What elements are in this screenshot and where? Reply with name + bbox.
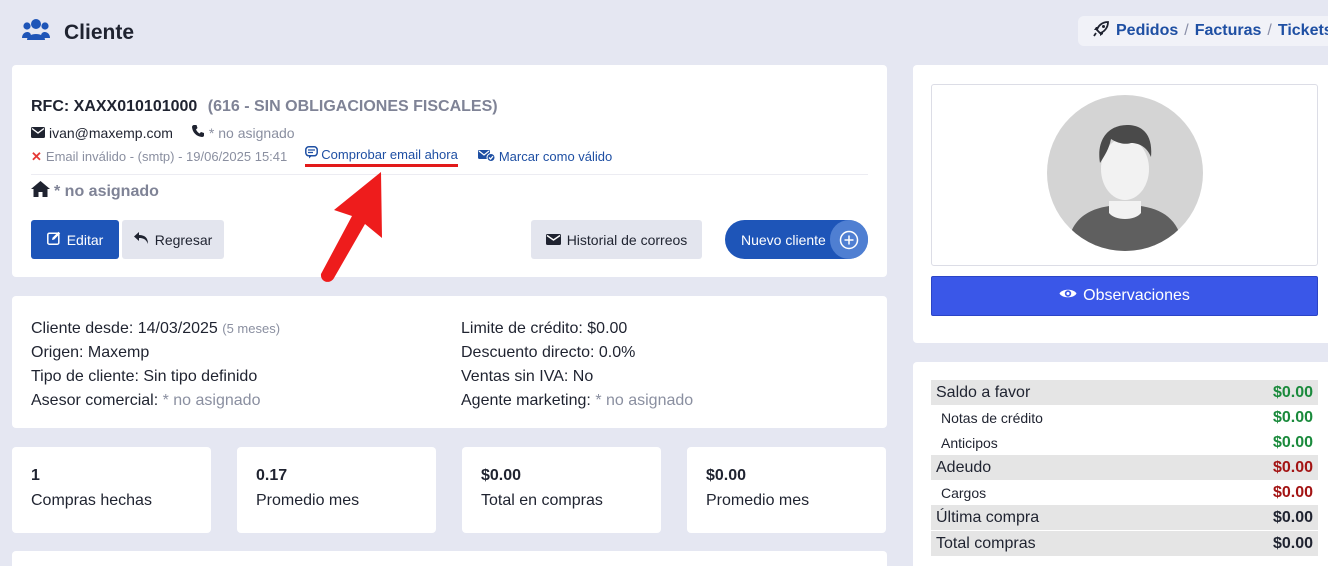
- rfc-line: RFC: XAXX010101000 (616 - SIN OBLIGACION…: [31, 98, 498, 116]
- tax-regime: (616 - SIN OBLIGACIONES FISCALES): [207, 98, 498, 115]
- avatar: [931, 84, 1318, 266]
- undo-icon: [133, 231, 149, 248]
- client-email: ivan@maxemp.com: [49, 124, 173, 141]
- stat-monthly-average: 0.17 Promedio mes: [237, 447, 436, 533]
- page-title: Cliente: [64, 20, 135, 44]
- rocket-icon: [1092, 20, 1110, 43]
- stat-purchases-made: 1 Compras hechas: [12, 447, 211, 533]
- stat-label: Promedio mes: [706, 492, 810, 509]
- client-phone: * no asignado: [208, 124, 295, 141]
- chat-icon: [305, 146, 319, 162]
- balance-row-saldo-favor: Saldo a favor $0.00: [931, 380, 1318, 405]
- balance-table: Saldo a favor $0.00 Notas de crédito $0.00…: [931, 380, 1318, 556]
- stat-value: $0.00: [481, 467, 522, 484]
- stat-monthly-average-amount: $0.00 Promedio mes: [687, 447, 886, 533]
- check-email-label: Comprobar email ahora: [321, 146, 458, 162]
- mark-valid-label: Marcar como válido: [498, 149, 613, 164]
- home-icon: [31, 181, 50, 202]
- avatar-placeholder: [1046, 94, 1203, 256]
- client-since-ago: (5 meses): [222, 321, 281, 336]
- direct-discount: Descuento directo: 0.0%: [461, 344, 636, 361]
- info-column-right: Limite de crédito: $0.00 Descuento direc…: [461, 317, 693, 413]
- client-address: * no asignado: [54, 182, 159, 200]
- email-history-button[interactable]: Historial de correos: [531, 220, 702, 259]
- edit-label: Editar: [66, 231, 104, 248]
- plus-circle-icon: [830, 220, 868, 259]
- bottom-card: [12, 551, 887, 566]
- stat-total-purchases: $0.00 Total en compras: [462, 447, 661, 533]
- balance-card: Saldo a favor $0.00 Notas de crédito $0.00…: [913, 362, 1328, 566]
- edit-button[interactable]: Editar: [31, 220, 119, 259]
- balance-row-adeudo: Adeudo $0.00: [931, 455, 1318, 480]
- client-type: Tipo de cliente: Sin tipo definido: [31, 368, 258, 385]
- page-header: Cliente: [22, 18, 134, 47]
- client-advisor: Asesor comercial: * no asignado: [31, 392, 261, 409]
- stat-value: $0.00: [706, 467, 747, 484]
- new-client-button[interactable]: Nuevo cliente: [725, 220, 868, 259]
- stat-value: 1: [31, 467, 40, 484]
- address-line: * no asignado: [31, 181, 159, 202]
- stat-label: Compras hechas: [31, 492, 152, 509]
- envelope-icon: [31, 125, 45, 141]
- eye-icon: [1059, 287, 1077, 305]
- client-since: Cliente desde: 14/03/2025 (5 meses): [31, 320, 281, 337]
- credit-limit: Limite de crédito: $0.00: [461, 320, 628, 337]
- pedidos-link[interactable]: Pedidos: [1116, 22, 1178, 40]
- phone-icon: [191, 124, 205, 141]
- balance-row-cargos: Cargos $0.00: [941, 483, 1313, 501]
- balance-row-ultima-compra: Última compra $0.00: [931, 505, 1318, 530]
- back-label: Regresar: [154, 231, 213, 248]
- tickets-link[interactable]: Tickets: [1278, 22, 1328, 40]
- email-history-label: Historial de correos: [566, 231, 688, 248]
- observations-label: Observaciones: [1083, 287, 1190, 304]
- client-origin: Origen: Maxemp: [31, 344, 150, 361]
- new-client-label: Nuevo cliente: [741, 231, 826, 248]
- envelope-check-icon: [477, 149, 496, 165]
- x-icon: ✕: [31, 148, 42, 164]
- link-separator: /: [1267, 22, 1272, 39]
- email-status-text: Email inválido - (smtp) - 19/06/2025 15:…: [45, 149, 288, 164]
- stat-label: Total en compras: [481, 492, 603, 509]
- check-email-link[interactable]: Comprobar email ahora: [305, 146, 458, 167]
- client-info-card: Cliente desde: 14/03/2025 (5 meses) Orig…: [12, 296, 887, 428]
- rfc-value: RFC: XAXX010101000: [31, 98, 198, 115]
- balance-row-total-compras: Total compras $0.00: [931, 531, 1318, 556]
- email-status-line: ✕ Email inválido - (smtp) - 19/06/2025 1…: [31, 146, 612, 167]
- stat-value: 0.17: [256, 467, 288, 484]
- sales-no-vat: Ventas sin IVA: No: [461, 368, 594, 385]
- contact-line: ivan@maxemp.com * no asignado: [31, 124, 295, 141]
- link-separator: /: [1184, 22, 1189, 39]
- annotation-arrow-icon: [310, 168, 390, 293]
- observations-button[interactable]: Observaciones: [931, 276, 1318, 316]
- quick-links: Pedidos / Facturas / Tickets: [1078, 16, 1328, 46]
- stat-label: Promedio mes: [256, 492, 360, 509]
- users-icon: [22, 18, 50, 47]
- mark-valid-link[interactable]: Marcar como válido: [477, 149, 613, 165]
- info-column-left: Cliente desde: 14/03/2025 (5 meses) Orig…: [31, 317, 280, 413]
- profile-card: Observaciones: [913, 65, 1328, 343]
- balance-row-notas-credito: Notas de crédito $0.00: [941, 408, 1313, 426]
- facturas-link[interactable]: Facturas: [1195, 22, 1262, 40]
- balance-row-anticipos: Anticipos $0.00: [941, 433, 1313, 451]
- edit-icon: [46, 231, 61, 248]
- marketing-agent: Agente marketing: * no asignado: [461, 392, 694, 409]
- envelope-icon: [545, 232, 561, 248]
- back-button[interactable]: Regresar: [122, 220, 224, 259]
- divider: [31, 174, 868, 175]
- client-card: RFC: XAXX010101000 (616 - SIN OBLIGACION…: [12, 65, 887, 277]
